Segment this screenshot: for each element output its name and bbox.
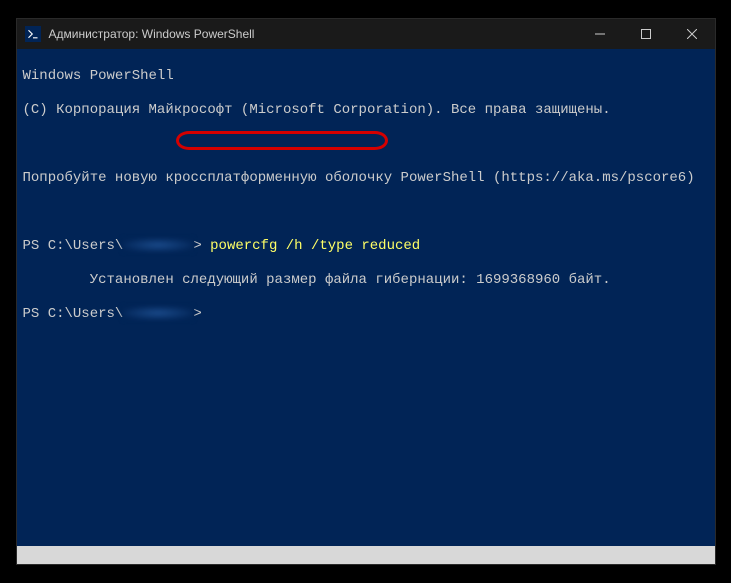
try-new-shell-line: Попробуйте новую кроссплатформенную обол… bbox=[23, 170, 709, 187]
close-icon bbox=[687, 29, 697, 39]
blank-line bbox=[23, 204, 709, 221]
powershell-icon bbox=[25, 26, 41, 42]
header-line-2: (C) Корпорация Майкрософт (Microsoft Cor… bbox=[23, 102, 709, 119]
blank-line bbox=[23, 136, 709, 153]
powershell-window: Администратор: Windows PowerShell Window… bbox=[16, 18, 716, 565]
command-line-1: PS C:\Users\ > powercfg /h /type reduced bbox=[23, 238, 709, 255]
maximize-icon bbox=[641, 29, 651, 39]
redacted-username bbox=[123, 238, 193, 252]
window-titlebar[interactable]: Администратор: Windows PowerShell bbox=[17, 19, 715, 49]
redacted-username bbox=[123, 306, 193, 320]
minimize-button[interactable] bbox=[577, 19, 623, 49]
prompt-prefix: PS C:\Users\ bbox=[23, 306, 124, 322]
terminal-output[interactable]: Windows PowerShell (C) Корпорация Майкро… bbox=[17, 49, 715, 564]
command-line-2: PS C:\Users\ > bbox=[23, 306, 709, 323]
result-line: Установлен следующий размер файла гиберн… bbox=[23, 272, 709, 289]
close-button[interactable] bbox=[669, 19, 715, 49]
prompt-suffix: > bbox=[193, 238, 201, 254]
minimize-icon bbox=[595, 29, 605, 39]
entered-command: powercfg /h /type reduced bbox=[210, 238, 420, 254]
window-title: Администратор: Windows PowerShell bbox=[49, 27, 577, 41]
header-line-1: Windows PowerShell bbox=[23, 68, 709, 85]
prompt-suffix: > bbox=[193, 306, 201, 322]
window-controls bbox=[577, 19, 715, 49]
maximize-button[interactable] bbox=[623, 19, 669, 49]
prompt-prefix: PS C:\Users\ bbox=[23, 238, 124, 254]
